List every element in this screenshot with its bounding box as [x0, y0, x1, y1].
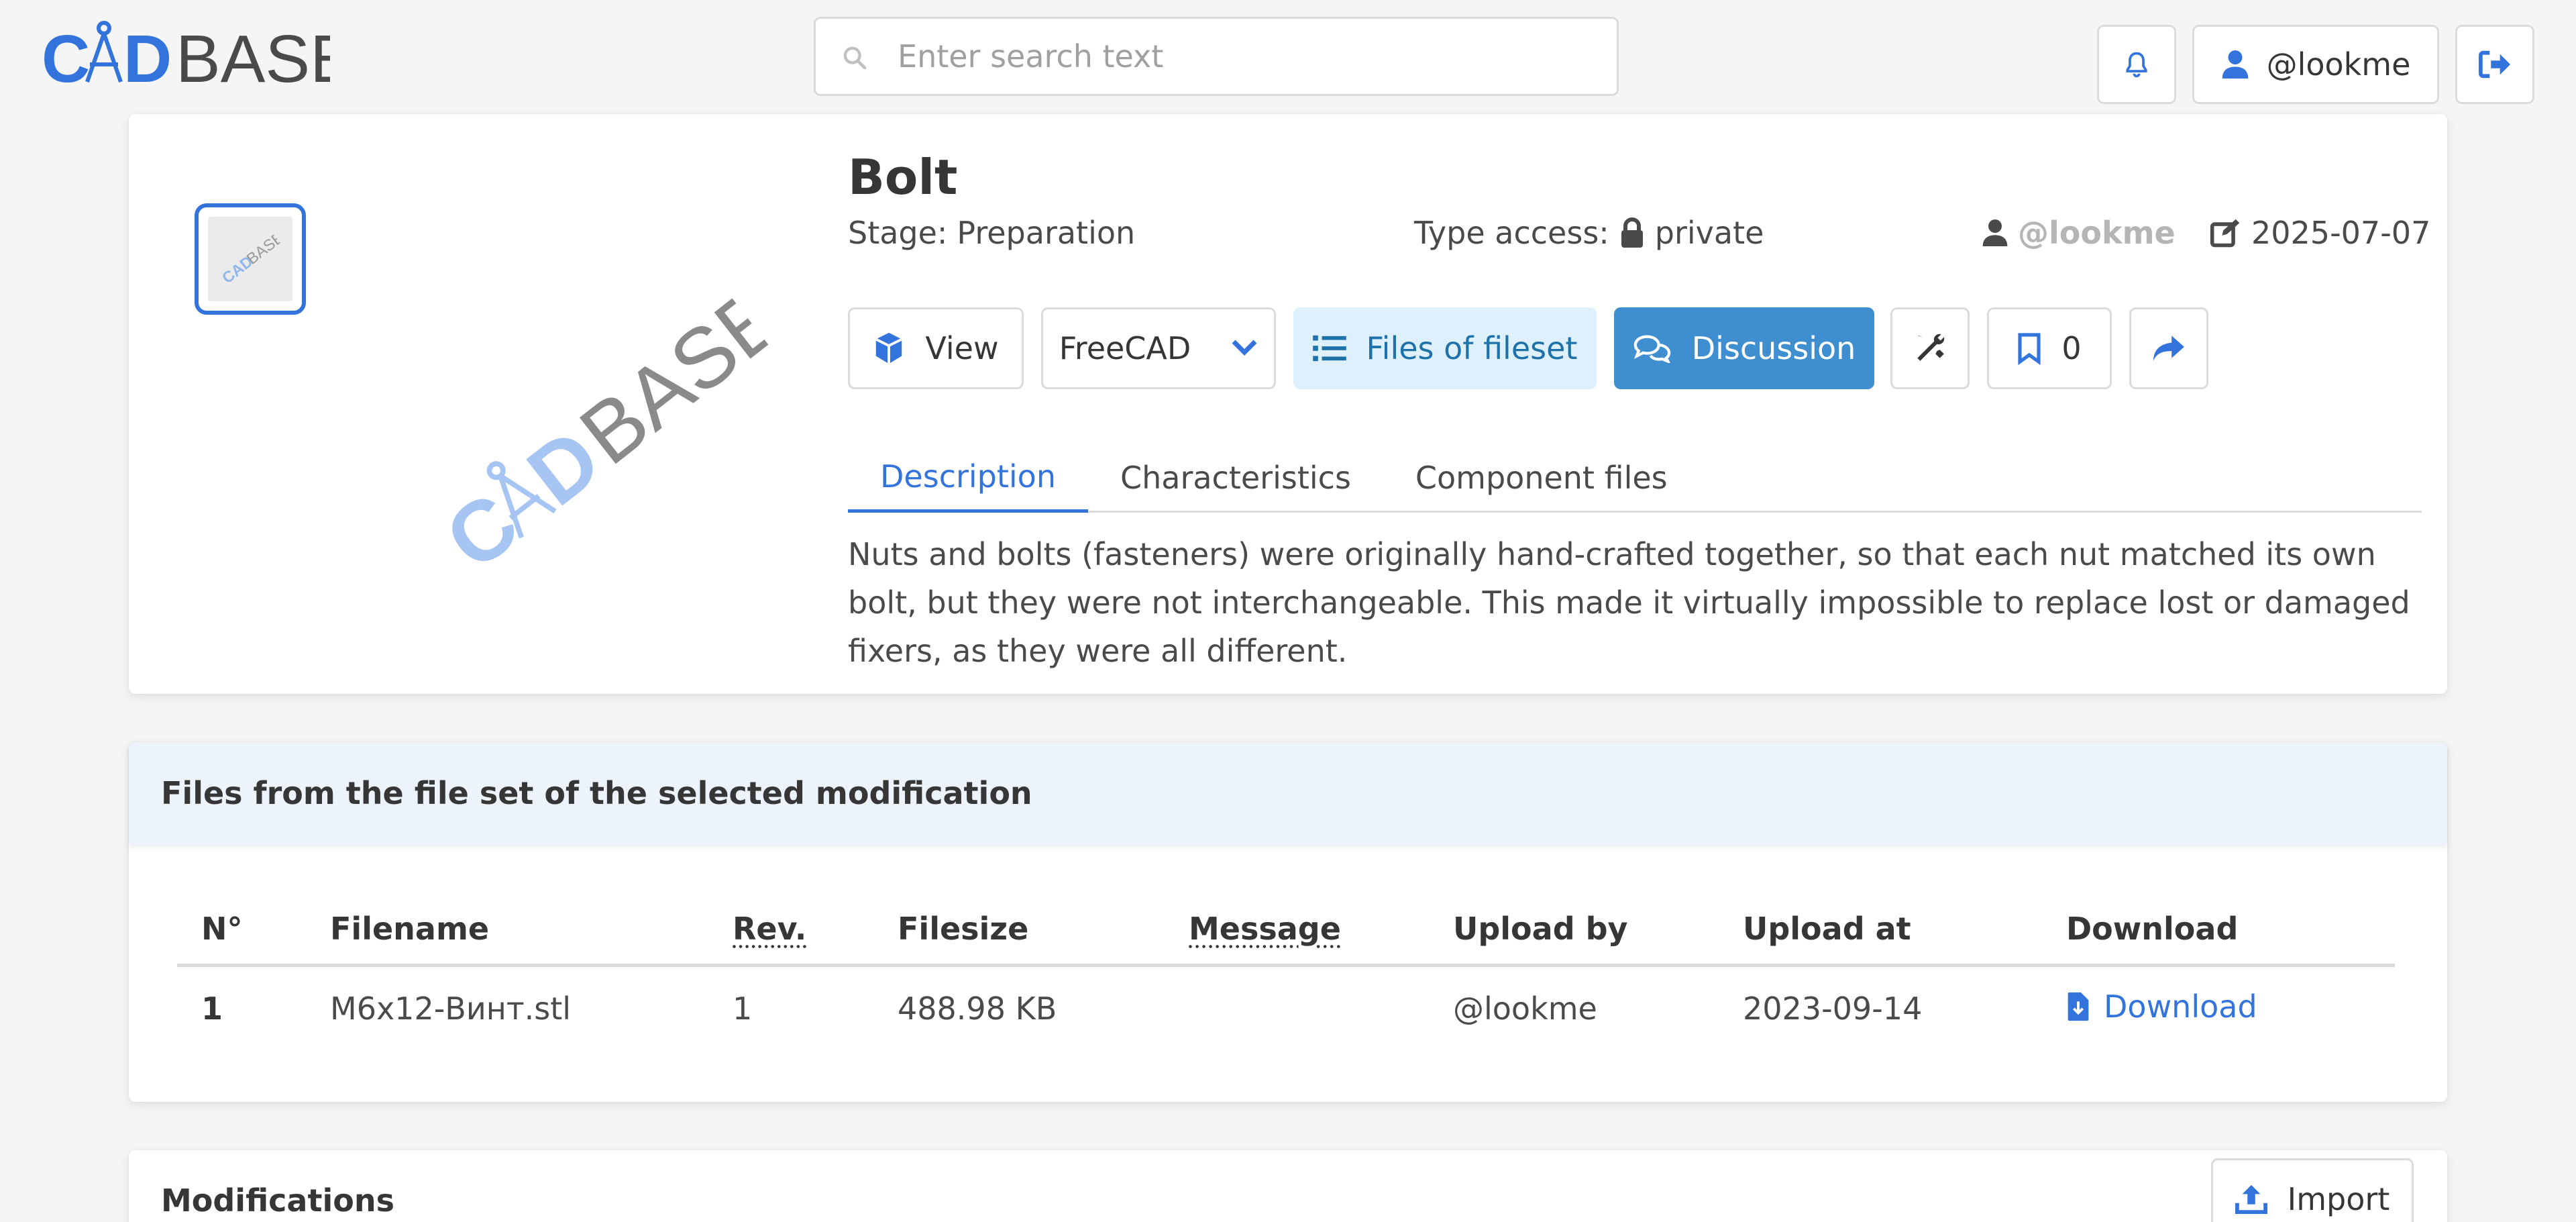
download-label: Download — [2104, 988, 2257, 1025]
svg-text:BASE: BASE — [176, 21, 330, 94]
upload-icon — [2235, 1184, 2267, 1215]
import-label: Import — [2287, 1181, 2390, 1217]
sign-out-icon — [2478, 50, 2511, 79]
navbar: C D BASE @lookme — [0, 0, 2576, 114]
thumbnail-image: CAD BASE — [208, 217, 292, 301]
tab-characteristics[interactable]: Characteristics — [1088, 443, 1383, 513]
owner-name: @lookme — [2018, 215, 2176, 251]
user-name: @lookme — [2266, 46, 2411, 83]
user-menu-button[interactable]: @lookme — [2192, 25, 2439, 104]
comments-icon — [1633, 335, 1670, 363]
import-button[interactable]: Import — [2211, 1158, 2414, 1222]
access-info: Type access: private — [1414, 215, 1764, 251]
row-download-cell: Download — [2042, 965, 2395, 1051]
date-value: 2025-07-07 — [2251, 215, 2431, 251]
cadbase-logo[interactable]: C D BASE — [42, 20, 330, 94]
tools-button[interactable] — [1890, 307, 1970, 389]
col-filename: Filename — [306, 894, 708, 967]
lock-icon — [1621, 217, 1643, 248]
stage-value: Preparation — [957, 215, 1136, 251]
component-tabs: Description Characteristics Component fi… — [848, 443, 2422, 513]
access-value: private — [1654, 215, 1764, 251]
user-icon — [2222, 50, 2248, 79]
svg-text:D: D — [123, 21, 172, 94]
bell-icon — [2126, 52, 2147, 78]
table-header-row: N° Filename Rev. Filesize Message Upload… — [177, 894, 2395, 967]
search-icon — [843, 46, 867, 70]
tools-icon — [1917, 334, 1945, 361]
edit-icon — [2210, 219, 2240, 248]
bookmark-button[interactable]: 0 — [1987, 307, 2112, 389]
col-upload-at: Upload at — [1719, 894, 2042, 967]
row-upload-at: 2023-09-14 — [1743, 990, 1923, 1027]
row-upload-by: @lookme — [1453, 990, 1597, 1027]
share-icon — [2153, 336, 2184, 361]
files-label: Files of fileset — [1366, 330, 1578, 366]
col-upload-by: Upload by — [1429, 894, 1719, 967]
component-thumbnail[interactable]: CAD BASE — [195, 203, 306, 315]
tab-description[interactable]: Description — [848, 443, 1088, 513]
updated-date: 2025-07-07 — [2210, 215, 2430, 251]
share-button[interactable] — [2129, 307, 2208, 389]
notifications-button[interactable] — [2097, 25, 2176, 104]
col-number: N° — [177, 894, 306, 967]
stage-label: Stage: — [848, 215, 948, 251]
view-button[interactable]: View — [848, 307, 1024, 389]
cube-icon — [875, 332, 903, 364]
modifications-title: Modifications — [161, 1182, 394, 1219]
svg-text:BASE: BASE — [563, 283, 778, 482]
component-card: CAD BASE C D BASE Bolt Stage: Preparation… — [129, 114, 2447, 694]
revision-abbr: Rev. — [733, 910, 807, 947]
col-revision: Rev. — [708, 894, 873, 967]
fileset-files-card: Files from the file set of the selected … — [129, 742, 2447, 1102]
file-download-icon — [2068, 992, 2089, 1021]
component-title: Bolt — [848, 149, 958, 205]
bookmark-count: 0 — [2061, 330, 2082, 366]
col-message: Message — [1165, 894, 1429, 967]
svg-text:C: C — [42, 21, 90, 94]
program-select[interactable]: FreeCAD — [1041, 307, 1276, 389]
table-row: 1 M6x12-Винт.stl 1 488.98 KB @lookme 202… — [177, 965, 2395, 1051]
row-number: 1 — [201, 990, 223, 1027]
files-table: N° Filename Rev. Filesize Message Upload… — [177, 894, 2395, 1051]
download-link[interactable]: Download — [2066, 988, 2257, 1025]
list-icon — [1312, 335, 1346, 362]
col-download: Download — [2042, 894, 2395, 967]
user-icon — [1982, 219, 2008, 246]
row-filename: M6x12-Винт.stl — [330, 990, 572, 1027]
discussion-button[interactable]: Discussion — [1614, 307, 1874, 389]
svg-text:BASE: BASE — [244, 228, 287, 268]
bookmark-icon — [2018, 333, 2041, 365]
discussion-label: Discussion — [1691, 330, 1856, 366]
view-label: View — [925, 330, 999, 366]
access-label: Type access: — [1414, 215, 1609, 251]
component-preview-image: C D BASE — [424, 267, 801, 590]
row-revision: 1 — [733, 990, 753, 1027]
owner-info[interactable]: @lookme — [1982, 215, 2176, 251]
search-box[interactable] — [814, 17, 1619, 96]
program-label: FreeCAD — [1059, 330, 1191, 366]
chevron-down-icon — [1232, 340, 1257, 356]
component-description: Nuts and bolts (fasteners) were original… — [848, 536, 2410, 669]
tab-component-files[interactable]: Component files — [1383, 443, 1700, 513]
col-filesize: Filesize — [873, 894, 1165, 967]
stage-info: Stage: Preparation — [848, 215, 1135, 251]
modifications-card: Modifications Import — [129, 1150, 2447, 1222]
search-input[interactable] — [898, 32, 1595, 81]
message-abbr: Message — [1189, 910, 1341, 947]
row-message — [1165, 965, 1429, 1051]
row-filesize: 488.98 KB — [898, 990, 1057, 1027]
files-of-fileset-button[interactable]: Files of fileset — [1293, 307, 1597, 389]
files-card-header: Files from the file set of the selected … — [129, 742, 2447, 844]
logout-button[interactable] — [2455, 25, 2534, 104]
